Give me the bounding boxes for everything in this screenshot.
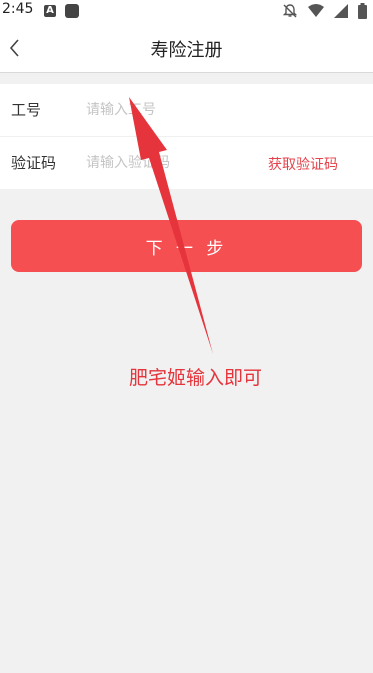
status-icons <box>282 3 367 19</box>
employee-id-row: 工号 <box>0 84 373 136</box>
registration-form: 工号 验证码 获取验证码 <box>0 84 373 189</box>
verification-code-label: 验证码 <box>11 154 57 172</box>
notification-a-icon: A <box>44 5 56 17</box>
notification-app-icon <box>65 4 79 18</box>
notifications-off-icon <box>282 4 298 18</box>
verification-code-row: 验证码 获取验证码 <box>0 136 373 189</box>
wifi-icon <box>308 4 324 17</box>
status-bar: 2:45 A <box>0 0 373 24</box>
battery-icon <box>358 3 367 19</box>
status-time: 2:45 <box>2 1 34 17</box>
nav-bar: 寿险注册 <box>0 24 373 73</box>
get-verification-code-button[interactable]: 获取验证码 <box>268 154 338 174</box>
page-title: 寿险注册 <box>150 40 223 61</box>
cellular-signal-icon <box>334 4 348 18</box>
annotation-text: 肥宅姬输入即可 <box>129 367 263 389</box>
next-step-button[interactable]: 下 一 步 <box>11 220 362 272</box>
employee-id-label: 工号 <box>11 101 42 119</box>
verification-code-input[interactable] <box>86 151 246 175</box>
employee-id-input[interactable] <box>86 98 246 122</box>
